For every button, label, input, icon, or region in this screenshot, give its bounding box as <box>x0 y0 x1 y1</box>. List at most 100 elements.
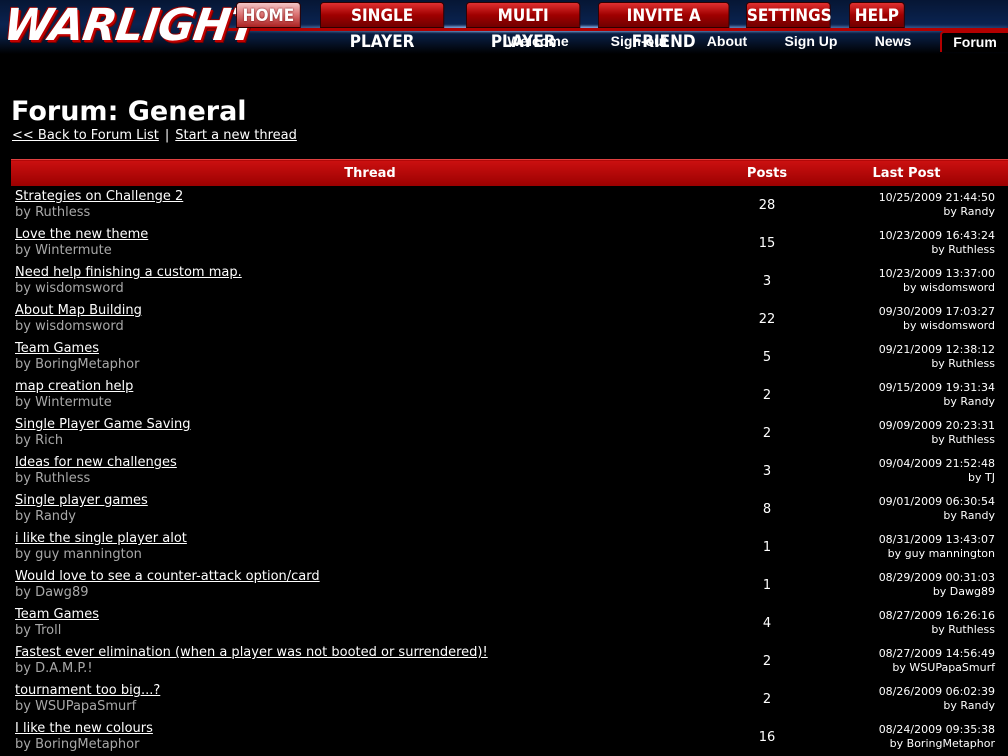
last-post-cell: 09/09/2009 20:23:31 by Ruthless <box>805 414 1008 452</box>
warlight-logo[interactable]: WARLIGHT <box>0 0 261 51</box>
last-post-date: 10/23/2009 16:43:24 <box>878 229 995 242</box>
thread-author: by wisdomsword <box>15 319 124 334</box>
subnav-forum-link[interactable]: Forum <box>940 31 1008 52</box>
last-post-author: by wisdomsword <box>903 319 995 332</box>
last-post-author: by TJ <box>968 471 995 484</box>
last-post-cell: 09/04/2009 21:52:48 by TJ <box>805 452 1008 490</box>
thread-title-link[interactable]: Love the new theme <box>15 227 729 243</box>
thread-title-link[interactable]: Single Player Game Saving <box>15 417 729 433</box>
nav-help-button[interactable]: HELP <box>849 2 905 28</box>
site-header: WARLIGHT HOME SINGLE PLAYER MULTI PLAYER… <box>0 0 1008 54</box>
thread-title-link[interactable]: I like the new colours <box>15 721 729 737</box>
thread-post-count: 2 <box>762 653 772 669</box>
thread-post-count: 2 <box>762 425 772 441</box>
table-row: Team Games by Troll 4 08/27/2009 16:26:16 by… <box>11 604 1008 642</box>
table-row: About Map Building by wisdomsword 22 09/30/… <box>11 300 1008 338</box>
last-post-cell: 09/30/2009 17:03:27 by wisdomsword <box>805 300 1008 338</box>
thread-title-link[interactable]: Team Games <box>15 341 729 357</box>
thread-post-count: 3 <box>762 463 772 479</box>
subnav-news-link[interactable]: News <box>870 32 916 52</box>
thread-title-link[interactable]: Strategies on Challenge 2 <box>15 189 729 205</box>
last-post-cell: 08/29/2009 00:31:03 by Dawg89 <box>805 566 1008 604</box>
thread-title-link[interactable]: tournament too big...? <box>15 683 729 699</box>
back-to-forum-list-link[interactable]: << Back to Forum List <box>12 128 159 143</box>
thread-author: by Randy <box>15 509 76 524</box>
last-post-cell: 10/25/2009 21:44:50 by Randy <box>805 186 1008 224</box>
table-row: i like the single player alot by guy mann… <box>11 528 1008 566</box>
table-row: Need help finishing a custom map. by wisd… <box>11 262 1008 300</box>
subnav-about-link[interactable]: About <box>702 32 752 52</box>
start-new-thread-link[interactable]: Start a new thread <box>175 128 297 143</box>
thread-post-count: 2 <box>762 691 772 707</box>
table-row: Ideas for new challenges by Ruthless 3 09/0… <box>11 452 1008 490</box>
last-post-cell: 08/31/2009 13:43:07 by guy mannington <box>805 528 1008 566</box>
thread-table: Thread Posts Last Post Strategies on Cha… <box>11 159 1008 756</box>
nav-single-player-button[interactable]: SINGLE PLAYER <box>320 2 445 52</box>
last-post-date: 08/24/2009 09:35:38 <box>878 723 995 736</box>
nav-home-button[interactable]: HOME <box>236 2 301 28</box>
nav-invite-friend-button[interactable]: INVITE A FRIEND <box>598 2 730 52</box>
thread-cell: Team Games by BoringMetaphor <box>11 338 729 376</box>
thread-author: by Wintermute <box>15 243 112 258</box>
last-post-author: by Ruthless <box>931 243 995 256</box>
subnav-welcome-link[interactable]: Welcome <box>502 32 574 52</box>
last-post-column-header: Last Post <box>805 159 1008 186</box>
last-post-date: 09/30/2009 17:03:27 <box>878 305 995 318</box>
thread-cell: Would love to see a counter-attack optio… <box>11 566 729 604</box>
table-row: Strategies on Challenge 2 by Ruthless 28 10… <box>11 186 1008 224</box>
thread-title-link[interactable]: Team Games <box>15 607 729 623</box>
thread-post-count: 28 <box>758 197 776 213</box>
last-post-cell: 08/26/2009 06:02:39 by Randy <box>805 680 1008 718</box>
last-post-date: 09/09/2009 20:23:31 <box>878 419 995 432</box>
nav-settings-button[interactable]: SETTINGS <box>746 2 832 28</box>
thread-title-link[interactable]: Fastest ever elimination (when a player … <box>15 645 729 661</box>
subnav-sign-out-link[interactable]: Sign-out <box>604 32 674 52</box>
thread-author: by guy mannington <box>15 547 142 562</box>
table-row: Would love to see a counter-attack optio… <box>11 566 1008 604</box>
thread-title-link[interactable]: About Map Building <box>15 303 729 319</box>
thread-post-count: 15 <box>758 235 776 251</box>
thread-title-link[interactable]: Ideas for new challenges <box>15 455 729 471</box>
subnav-sign-up-link[interactable]: Sign Up <box>780 32 842 52</box>
last-post-cell: 09/21/2009 12:38:12 by Ruthless <box>805 338 1008 376</box>
last-post-author: by Dawg89 <box>932 585 995 598</box>
thread-cell: I like the new colours by BoringMetaphor <box>11 718 729 756</box>
last-post-date: 09/01/2009 06:30:54 <box>878 495 995 508</box>
thread-post-count: 1 <box>762 577 772 593</box>
thread-post-count: 22 <box>758 311 776 327</box>
last-post-date: 08/27/2009 16:26:16 <box>878 609 995 622</box>
thread-title-link[interactable]: i like the single player alot <box>15 531 729 547</box>
forum-links: << Back to Forum List | Start a new thread <box>12 128 297 144</box>
table-row: I like the new colours by BoringMetaphor 1… <box>11 718 1008 756</box>
thread-author: by Ruthless <box>15 471 91 486</box>
nav-multi-player-button[interactable]: MULTI PLAYER <box>466 2 581 52</box>
thread-title-link[interactable]: map creation help <box>15 379 729 395</box>
last-post-author: by guy mannington <box>887 547 995 560</box>
last-post-date: 10/25/2009 21:44:50 <box>878 191 995 204</box>
thread-post-count: 5 <box>762 349 772 365</box>
thread-title-link[interactable]: Single player games <box>15 493 729 509</box>
thread-post-count: 2 <box>762 387 772 403</box>
thread-cell: Need help finishing a custom map. by wisd… <box>11 262 729 300</box>
thread-title-link[interactable]: Need help finishing a custom map. <box>15 265 729 281</box>
thread-post-count: 4 <box>762 615 772 631</box>
thread-author: by wisdomsword <box>15 281 124 296</box>
thread-author: by Ruthless <box>15 205 91 220</box>
last-post-author: by Ruthless <box>931 623 995 636</box>
thread-post-count: 8 <box>762 501 772 517</box>
last-post-cell: 10/23/2009 13:37:00 by wisdomsword <box>805 262 1008 300</box>
table-row: map creation help by Wintermute 2 09/15/200… <box>11 376 1008 414</box>
last-post-author: by Randy <box>943 509 995 522</box>
table-row: tournament too big...? by WSUPapaSmurf 2 08… <box>11 680 1008 718</box>
last-post-author: by BoringMetaphor <box>889 737 995 750</box>
thread-cell: Team Games by Troll <box>11 604 729 642</box>
thread-cell: Strategies on Challenge 2 by Ruthless <box>11 186 729 224</box>
thread-title-link[interactable]: Would love to see a counter-attack optio… <box>15 569 729 585</box>
last-post-date: 08/29/2009 00:31:03 <box>878 571 995 584</box>
last-post-date: 10/23/2009 13:37:00 <box>878 267 995 280</box>
thread-post-count: 16 <box>758 729 776 745</box>
last-post-date: 09/04/2009 21:52:48 <box>878 457 995 470</box>
last-post-date: 08/31/2009 13:43:07 <box>878 533 995 546</box>
thread-cell: About Map Building by wisdomsword <box>11 300 729 338</box>
last-post-date: 08/26/2009 06:02:39 <box>878 685 995 698</box>
